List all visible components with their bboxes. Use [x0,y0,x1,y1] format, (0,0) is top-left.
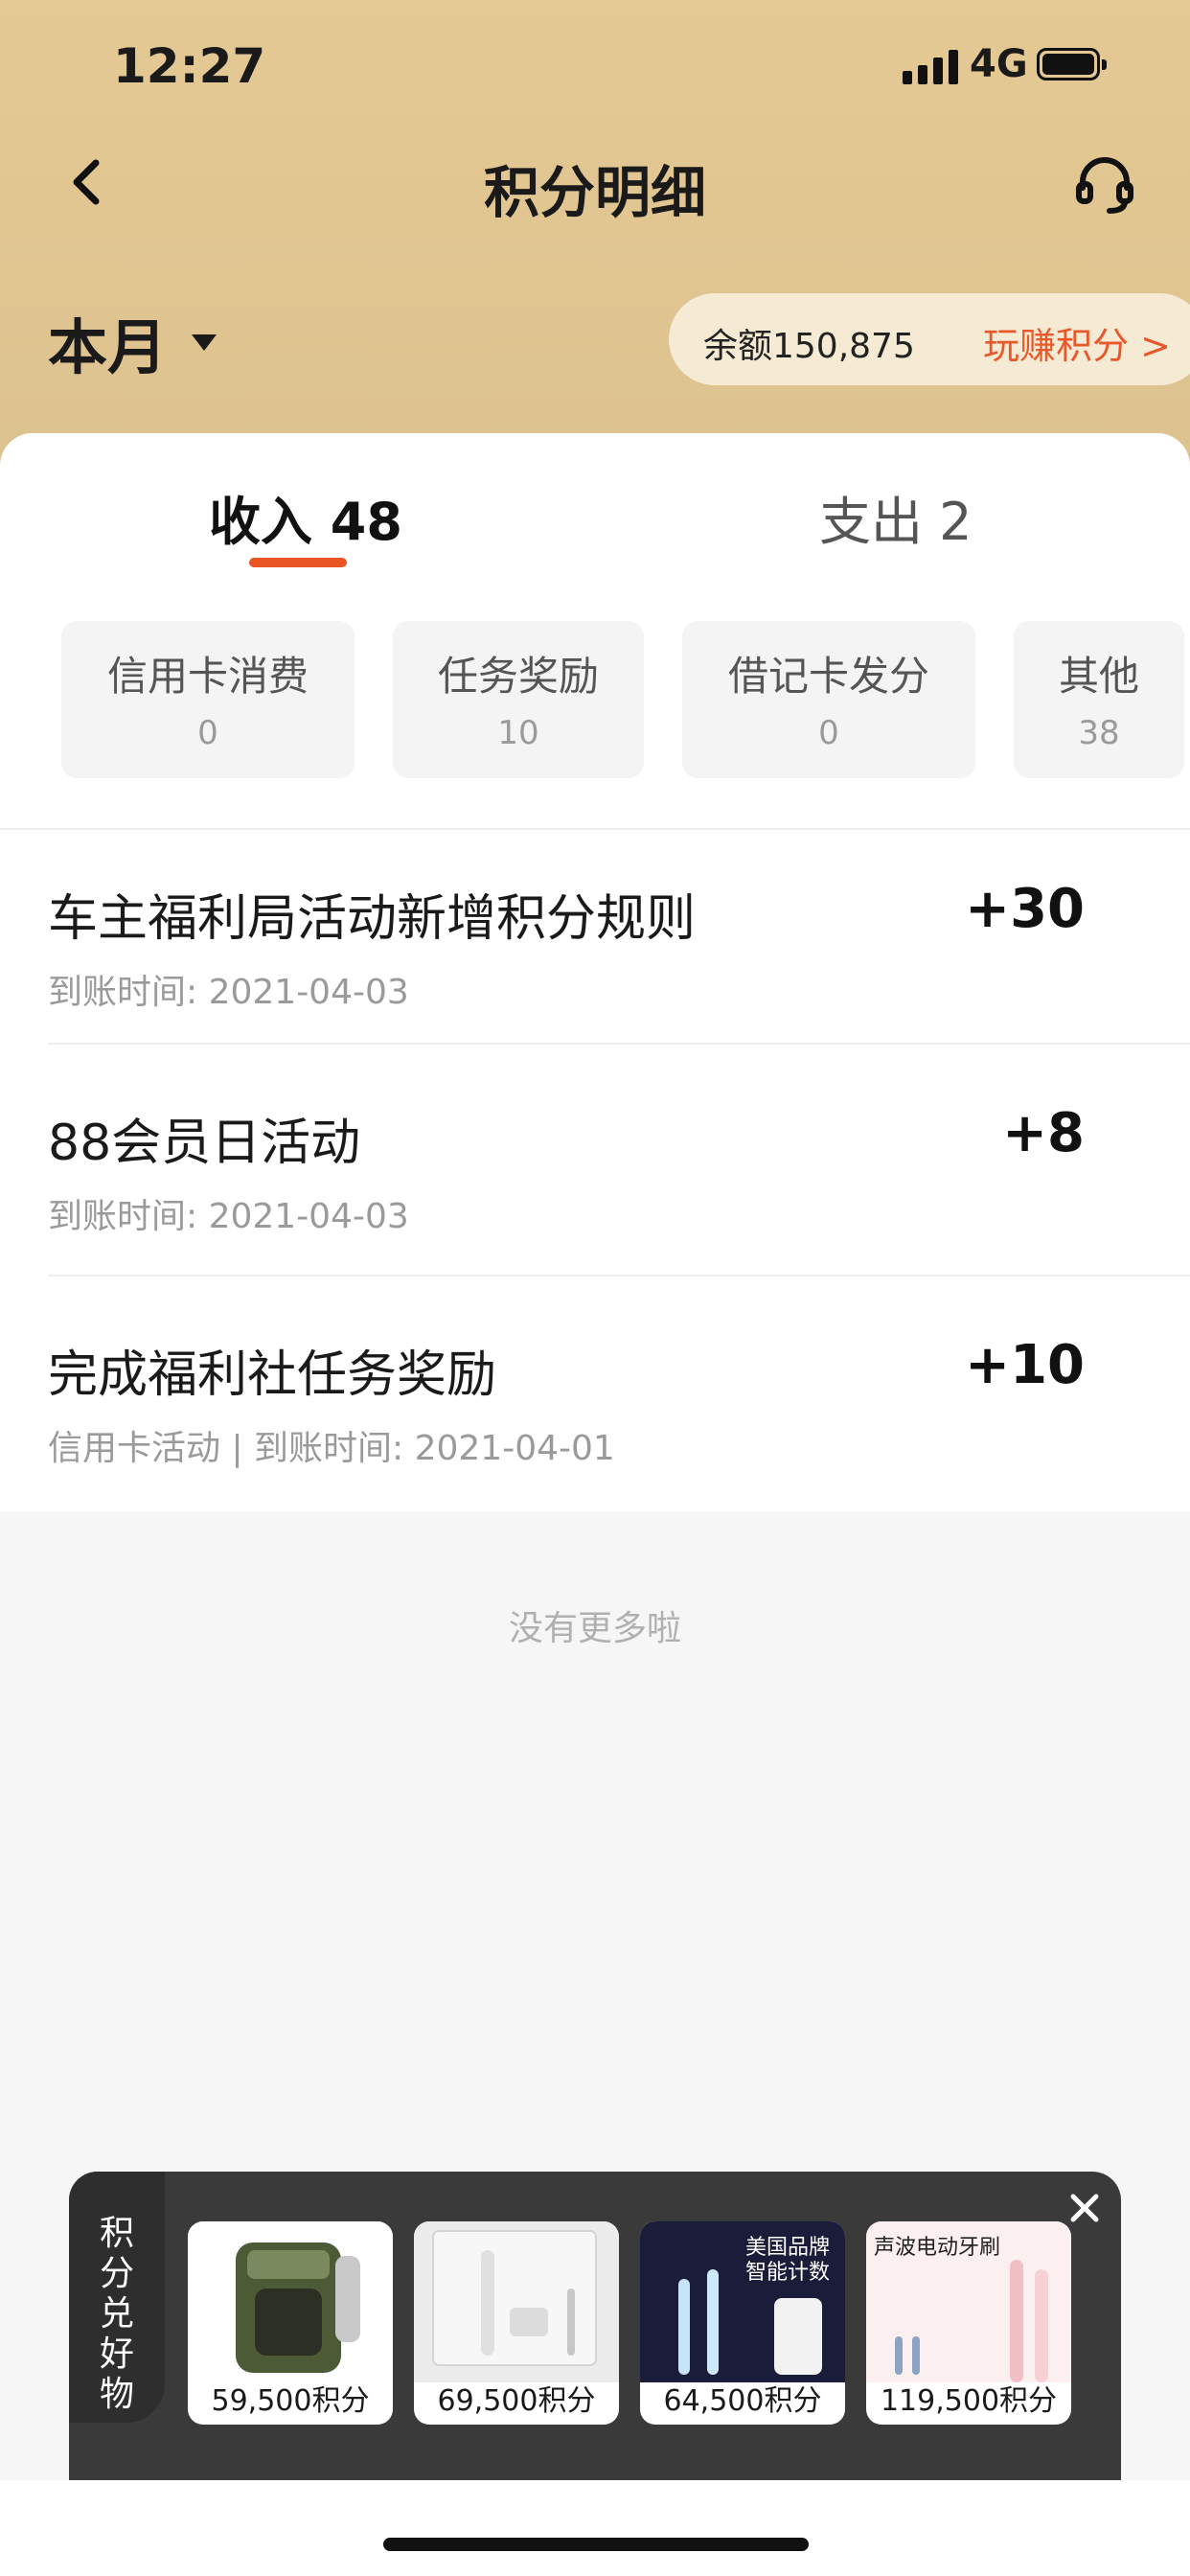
customer-service-button[interactable] [1071,151,1138,218]
network-type: 4G [970,42,1028,86]
balance-text: 余额150,875 [703,327,915,366]
headset-icon [1076,157,1133,214]
divider [48,1043,1190,1045]
category-chip-credit-card[interactable]: 信用卡消费 0 [61,621,355,778]
divider [48,1275,1190,1276]
category-chip-label: 信用卡消费 [106,653,309,700]
sonic-toothbrush-image: 声波电动牙刷 [866,2221,1071,2382]
product-price: 119,500积分 [880,2384,1058,2418]
product-price: 69,500积分 [437,2384,596,2418]
page-title: 积分明细 [483,160,706,225]
product-price: 64,500积分 [663,2384,822,2418]
record-title: 88会员日活动 [48,1115,361,1172]
period-filter[interactable]: 本月 [48,299,217,385]
record-points: +8 [1002,1102,1085,1164]
earn-points-link[interactable]: 玩赚积分 > [983,316,1171,369]
caret-down-icon [192,334,217,351]
record-item[interactable]: 完成福利社任务奖励 信用卡活动 | 到账时间: 2021-04-01 +10 [0,1286,1190,1508]
record-title: 完成福利社任务奖励 [48,1346,497,1404]
category-chip-count: 10 [497,714,539,752]
signal-icon [903,48,958,84]
category-chip-task-reward[interactable]: 任务奖励 10 [393,621,644,778]
home-indicator [383,2538,809,2551]
navigation-bar: 积分明细 [0,134,1190,230]
points-detail-card: 收入 48 支出 2 信用卡消费 0 任务奖励 10 借记卡发分 0 其他 38… [0,433,1190,1511]
product-price: 59,500积分 [211,2384,370,2418]
record-points: +10 [965,1334,1085,1396]
tab-expense[interactable]: 支出 2 [819,479,973,555]
promo-label-text: 积分兑好物 [99,2214,134,2414]
product-card[interactable]: 声波电动牙刷 119,500积分 [866,2221,1071,2425]
status-time: 12:27 [113,38,266,94]
chevron-right-icon: > [1140,325,1171,367]
category-chip-label: 其他 [1058,653,1139,700]
product-card[interactable]: 69,500积分 [414,2221,619,2425]
battery-icon [1037,48,1107,80]
record-item[interactable]: 车主福利局活动新增积分规则 到账时间: 2021-04-03 +30 [0,830,1190,1052]
record-meta: 到账时间: 2021-04-03 [48,1197,409,1236]
promo-label: 积分兑好物 [69,2172,165,2423]
svg-text:声波电动牙刷: 声波电动牙刷 [874,2236,1000,2260]
active-tab-indicator [249,558,347,567]
close-button[interactable] [1065,2189,1104,2227]
category-chip-count: 0 [818,714,839,752]
balance-pill: 余额150,875 玩赚积分 > [669,293,1190,385]
status-bar: 12:27 4G [0,0,1190,134]
shaver-image [188,2221,393,2382]
toothbrush-box-image [414,2221,619,2382]
smart-toothbrush-image: 美国品牌 智能计数 [640,2221,845,2382]
list-end-text: 没有更多啦 [508,1609,681,1648]
category-chip-count: 0 [197,714,218,752]
svg-text:美国品牌: 美国品牌 [745,2236,830,2260]
record-meta: 信用卡活动 | 到账时间: 2021-04-01 [48,1429,615,1468]
svg-text:智能计数: 智能计数 [745,2261,830,2285]
period-filter-label: 本月 [48,312,168,382]
category-chip-label: 借记卡发分 [727,653,929,700]
category-chip-label: 任务奖励 [437,653,599,700]
product-card[interactable]: 59,500积分 [188,2221,393,2425]
close-icon [1070,2194,1099,2222]
record-meta: 到账时间: 2021-04-03 [48,973,409,1012]
tab-income[interactable]: 收入 48 [209,479,402,555]
product-card[interactable]: 美国品牌 智能计数 64,500积分 [640,2221,845,2425]
record-item[interactable]: 88会员日活动 到账时间: 2021-04-03 +8 [0,1054,1190,1276]
category-chip-other[interactable]: 其他 38 [1014,621,1184,778]
earn-points-label: 玩赚积分 [983,325,1130,367]
bottom-safe-area [0,2480,1190,2576]
record-title: 车主福利局活动新增积分规则 [48,890,697,948]
category-chip-debit-card[interactable]: 借记卡发分 0 [682,621,975,778]
record-points: +30 [965,878,1085,940]
points-redeem-banner: 积分兑好物 59,500积分 69,500积分 美国品牌 智能计数 64,500… [69,2172,1121,2480]
category-chip-count: 38 [1078,714,1120,752]
